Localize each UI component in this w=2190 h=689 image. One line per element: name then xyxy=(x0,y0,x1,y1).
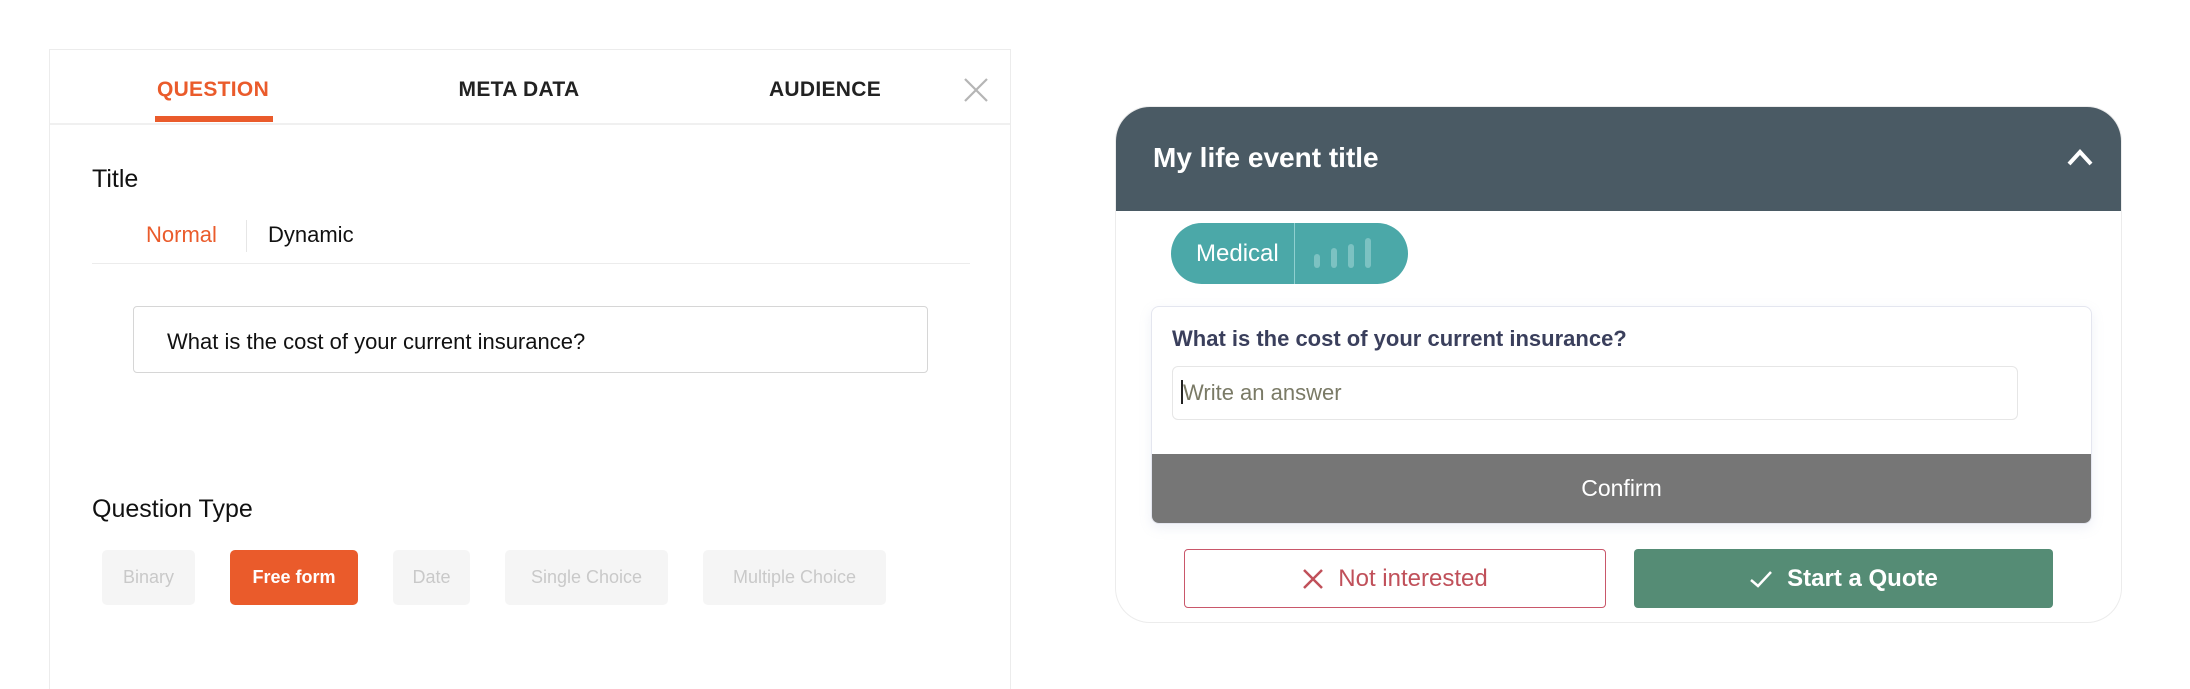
title-input[interactable]: What is the cost of your current insuran… xyxy=(133,306,928,373)
not-interested-button[interactable]: Not interested xyxy=(1184,549,1606,608)
divider xyxy=(246,220,247,252)
question-type-label: Question Type xyxy=(92,495,253,523)
answer-placeholder: Write an answer xyxy=(1183,380,1342,405)
not-interested-label: Not interested xyxy=(1338,564,1488,592)
confirm-button[interactable]: Confirm xyxy=(1152,454,2091,523)
type-binary-button[interactable]: Binary xyxy=(102,550,195,605)
check-icon xyxy=(1750,570,1773,588)
divider xyxy=(1294,223,1295,284)
divider xyxy=(92,263,970,264)
start-quote-label: Start a Quote xyxy=(1787,564,1938,592)
title-mode-dynamic[interactable]: Dynamic xyxy=(268,222,354,248)
answer-input[interactable]: Write an answer xyxy=(1172,366,2018,420)
tab-bar: QUESTION META DATA AUDIENCE xyxy=(50,50,1010,125)
x-icon xyxy=(1303,568,1324,589)
tab-audience[interactable]: AUDIENCE xyxy=(769,78,881,102)
title-label: Title xyxy=(92,165,139,193)
tab-meta-data[interactable]: META DATA xyxy=(459,78,580,102)
close-icon[interactable] xyxy=(962,76,990,104)
question-text: What is the cost of your current insuran… xyxy=(1172,326,1627,351)
active-tab-indicator xyxy=(155,116,273,122)
type-single-choice-button[interactable]: Single Choice xyxy=(505,550,668,605)
card-header[interactable]: My life event title xyxy=(1116,107,2121,211)
title-mode-normal[interactable]: Normal xyxy=(146,222,217,248)
type-date-button[interactable]: Date xyxy=(393,550,470,605)
question-card: What is the cost of your current insuran… xyxy=(1151,306,2092,524)
tab-question[interactable]: QUESTION xyxy=(157,78,269,102)
type-multiple-choice-button[interactable]: Multiple Choice xyxy=(703,550,886,605)
life-event-preview-card: My life event title Medical What is the … xyxy=(1116,107,2121,622)
type-free-form-button[interactable]: Free form xyxy=(230,550,358,605)
category-pill: Medical xyxy=(1171,223,1408,284)
category-label: Medical xyxy=(1196,240,1279,267)
question-editor-panel: QUESTION META DATA AUDIENCE Title Normal… xyxy=(49,49,1011,689)
chevron-up-icon[interactable] xyxy=(2066,147,2094,167)
start-quote-button[interactable]: Start a Quote xyxy=(1634,549,2053,608)
card-title: My life event title xyxy=(1153,142,1379,173)
